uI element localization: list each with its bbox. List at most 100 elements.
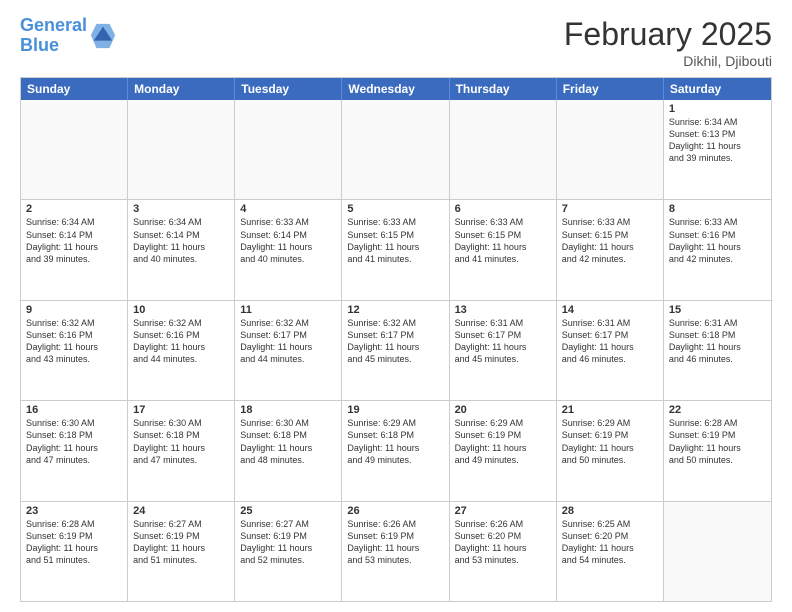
day-cell-22: 22Sunrise: 6:28 AMSunset: 6:19 PMDayligh…: [664, 401, 771, 500]
empty-cell: [235, 100, 342, 199]
day-number: 14: [562, 304, 658, 316]
cell-line: and 43 minutes.: [26, 353, 122, 365]
cell-line: Sunset: 6:19 PM: [347, 530, 443, 542]
day-number: 3: [133, 203, 229, 215]
cell-line: Daylight: 11 hours: [669, 241, 766, 253]
cell-line: Sunrise: 6:31 AM: [455, 317, 551, 329]
cell-line: Sunrise: 6:32 AM: [240, 317, 336, 329]
weekday-header-wednesday: Wednesday: [342, 78, 449, 100]
cell-line: Sunrise: 6:26 AM: [347, 518, 443, 530]
cell-line: Sunset: 6:19 PM: [240, 530, 336, 542]
day-cell-10: 10Sunrise: 6:32 AMSunset: 6:16 PMDayligh…: [128, 301, 235, 400]
cell-line: Daylight: 11 hours: [669, 442, 766, 454]
cell-line: Sunrise: 6:29 AM: [562, 417, 658, 429]
cell-line: and 40 minutes.: [133, 253, 229, 265]
day-number: 25: [240, 505, 336, 517]
cell-line: and 47 minutes.: [133, 454, 229, 466]
weekday-header-friday: Friday: [557, 78, 664, 100]
cell-line: Sunset: 6:19 PM: [669, 429, 766, 441]
cell-line: and 51 minutes.: [26, 554, 122, 566]
weekday-header-sunday: Sunday: [21, 78, 128, 100]
cell-line: and 53 minutes.: [347, 554, 443, 566]
day-number: 6: [455, 203, 551, 215]
location: Dikhil, Djibouti: [564, 53, 772, 69]
calendar: SundayMondayTuesdayWednesdayThursdayFrid…: [20, 77, 772, 602]
day-cell-21: 21Sunrise: 6:29 AMSunset: 6:19 PMDayligh…: [557, 401, 664, 500]
day-number: 16: [26, 404, 122, 416]
cell-line: Sunset: 6:17 PM: [347, 329, 443, 341]
calendar-row-3: 16Sunrise: 6:30 AMSunset: 6:18 PMDayligh…: [21, 400, 771, 500]
day-number: 15: [669, 304, 766, 316]
day-number: 21: [562, 404, 658, 416]
cell-line: Daylight: 11 hours: [562, 442, 658, 454]
cell-line: and 44 minutes.: [133, 353, 229, 365]
day-number: 13: [455, 304, 551, 316]
cell-line: Sunset: 6:13 PM: [669, 128, 766, 140]
weekday-header-tuesday: Tuesday: [235, 78, 342, 100]
cell-line: Sunrise: 6:30 AM: [240, 417, 336, 429]
day-number: 26: [347, 505, 443, 517]
day-cell-5: 5Sunrise: 6:33 AMSunset: 6:15 PMDaylight…: [342, 200, 449, 299]
calendar-body: 1Sunrise: 6:34 AMSunset: 6:13 PMDaylight…: [21, 100, 771, 601]
cell-line: and 46 minutes.: [669, 353, 766, 365]
day-cell-11: 11Sunrise: 6:32 AMSunset: 6:17 PMDayligh…: [235, 301, 342, 400]
cell-line: Sunrise: 6:33 AM: [669, 216, 766, 228]
day-number: 12: [347, 304, 443, 316]
cell-line: Sunset: 6:14 PM: [26, 229, 122, 241]
cell-line: and 50 minutes.: [669, 454, 766, 466]
cell-line: Daylight: 11 hours: [26, 241, 122, 253]
cell-line: Daylight: 11 hours: [240, 241, 336, 253]
cell-line: Sunrise: 6:30 AM: [26, 417, 122, 429]
cell-line: Sunset: 6:18 PM: [26, 429, 122, 441]
day-number: 5: [347, 203, 443, 215]
day-cell-16: 16Sunrise: 6:30 AMSunset: 6:18 PMDayligh…: [21, 401, 128, 500]
cell-line: Sunrise: 6:27 AM: [240, 518, 336, 530]
cell-line: and 47 minutes.: [26, 454, 122, 466]
cell-line: Sunset: 6:18 PM: [133, 429, 229, 441]
cell-line: Sunrise: 6:32 AM: [26, 317, 122, 329]
day-number: 4: [240, 203, 336, 215]
cell-line: Sunrise: 6:33 AM: [455, 216, 551, 228]
day-number: 27: [455, 505, 551, 517]
cell-line: Sunrise: 6:28 AM: [669, 417, 766, 429]
day-number: 17: [133, 404, 229, 416]
cell-line: Sunset: 6:17 PM: [455, 329, 551, 341]
cell-line: and 48 minutes.: [240, 454, 336, 466]
cell-line: and 42 minutes.: [562, 253, 658, 265]
cell-line: Daylight: 11 hours: [133, 442, 229, 454]
day-cell-18: 18Sunrise: 6:30 AMSunset: 6:18 PMDayligh…: [235, 401, 342, 500]
day-cell-23: 23Sunrise: 6:28 AMSunset: 6:19 PMDayligh…: [21, 502, 128, 601]
cell-line: Sunset: 6:19 PM: [26, 530, 122, 542]
day-cell-27: 27Sunrise: 6:26 AMSunset: 6:20 PMDayligh…: [450, 502, 557, 601]
cell-line: and 44 minutes.: [240, 353, 336, 365]
cell-line: Sunrise: 6:32 AM: [347, 317, 443, 329]
cell-line: Daylight: 11 hours: [240, 542, 336, 554]
cell-line: and 50 minutes.: [562, 454, 658, 466]
logo-blue: Blue: [20, 35, 59, 55]
cell-line: Daylight: 11 hours: [133, 341, 229, 353]
day-number: 8: [669, 203, 766, 215]
cell-line: and 45 minutes.: [347, 353, 443, 365]
cell-line: Sunrise: 6:34 AM: [26, 216, 122, 228]
header: General Blue February 2025 Dikhil, Djibo…: [20, 16, 772, 69]
logo-icon: [89, 22, 117, 50]
month-title: February 2025: [564, 16, 772, 53]
day-cell-2: 2Sunrise: 6:34 AMSunset: 6:14 PMDaylight…: [21, 200, 128, 299]
day-number: 22: [669, 404, 766, 416]
cell-line: Daylight: 11 hours: [455, 341, 551, 353]
calendar-row-1: 2Sunrise: 6:34 AMSunset: 6:14 PMDaylight…: [21, 199, 771, 299]
day-cell-1: 1Sunrise: 6:34 AMSunset: 6:13 PMDaylight…: [664, 100, 771, 199]
day-cell-13: 13Sunrise: 6:31 AMSunset: 6:17 PMDayligh…: [450, 301, 557, 400]
calendar-row-2: 9Sunrise: 6:32 AMSunset: 6:16 PMDaylight…: [21, 300, 771, 400]
cell-line: Sunset: 6:18 PM: [347, 429, 443, 441]
day-number: 10: [133, 304, 229, 316]
day-number: 23: [26, 505, 122, 517]
day-number: 20: [455, 404, 551, 416]
cell-line: Sunrise: 6:28 AM: [26, 518, 122, 530]
day-number: 18: [240, 404, 336, 416]
cell-line: and 39 minutes.: [669, 152, 766, 164]
cell-line: Daylight: 11 hours: [347, 542, 443, 554]
empty-cell: [21, 100, 128, 199]
cell-line: Daylight: 11 hours: [26, 542, 122, 554]
day-cell-14: 14Sunrise: 6:31 AMSunset: 6:17 PMDayligh…: [557, 301, 664, 400]
